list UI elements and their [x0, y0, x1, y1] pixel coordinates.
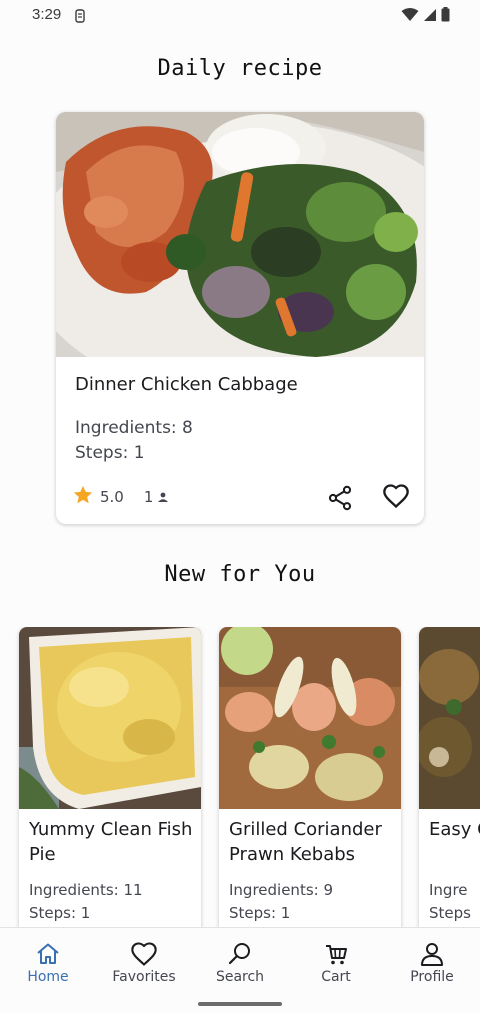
- home-indicator[interactable]: [198, 1002, 282, 1006]
- daily-recipe-steps: Steps: 1: [75, 443, 145, 463]
- rating-row: 5.0 1: [72, 484, 169, 510]
- star-icon: [72, 484, 94, 510]
- people-count: 1: [143, 488, 154, 506]
- nav-label-cart: Cart: [321, 969, 351, 985]
- recipe-name: Grilled Coriander Prawn Kebabs: [229, 819, 382, 865]
- battery-icon: [441, 7, 450, 26]
- heart-outline-icon: [383, 484, 409, 509]
- new-for-you-title: New for You: [164, 562, 316, 587]
- signal-icon: [423, 7, 437, 26]
- recipe-steps: Steps: 1: [229, 904, 291, 922]
- person-small-icon: [157, 488, 169, 507]
- status-bar: 3:29: [0, 0, 480, 32]
- bottom-navigation: Home Favorites Search Cart Profile: [0, 927, 480, 1013]
- rating-value: 5.0: [100, 488, 124, 506]
- recipe-name: Yummy Clean Fish Pie: [29, 819, 193, 865]
- daily-recipe-card[interactable]: Dinner Chicken Cabbage Ingredients: 8 St…: [56, 112, 424, 524]
- daily-recipe-title: Daily recipe: [157, 56, 323, 81]
- new-for-you-carousel[interactable]: Yummy Clean Fish Pie Ingredients: 11 Ste…: [0, 627, 480, 927]
- recipe-image: [19, 627, 201, 809]
- nav-item-search[interactable]: Search: [192, 928, 288, 998]
- share-button[interactable]: [326, 484, 354, 512]
- recipe-ingredients: Ingredients: 9: [229, 881, 334, 899]
- nav-item-cart[interactable]: Cart: [288, 928, 384, 998]
- status-time: 3:29: [32, 6, 62, 23]
- nav-label-favorites: Favorites: [112, 969, 176, 985]
- daily-recipe-ingredients: Ingredients: 8: [75, 418, 193, 438]
- nav-item-favorites[interactable]: Favorites: [96, 928, 192, 998]
- nav-item-home[interactable]: Home: [0, 928, 96, 998]
- recipe-card[interactable]: Yummy Clean Fish Pie Ingredients: 11 Ste…: [19, 627, 201, 927]
- recipe-ingredients: Ingredients: 11: [29, 881, 143, 899]
- recipe-ingredients: Ingre: [429, 881, 468, 899]
- nav-label-home: Home: [27, 969, 69, 985]
- daily-recipe-name: Dinner Chicken Cabbage: [75, 374, 298, 395]
- recipe-card[interactable]: Grilled Coriander Prawn Kebabs Ingredien…: [219, 627, 401, 927]
- recipe-image: [419, 627, 480, 809]
- recipe-image: [219, 627, 401, 809]
- favorite-button[interactable]: [382, 482, 410, 510]
- wifi-icon: [401, 7, 419, 26]
- daily-recipe-image: [56, 112, 424, 357]
- heart-icon: [131, 942, 157, 966]
- recipe-card[interactable]: Easy Chick Ingre Steps: [419, 627, 480, 927]
- share-icon: [328, 485, 352, 511]
- recipe-name: Easy Chick: [429, 819, 480, 840]
- home-icon: [37, 943, 59, 964]
- sim-icon: [75, 8, 85, 27]
- recipe-steps: Steps: 1: [29, 904, 91, 922]
- recipe-steps: Steps: [429, 904, 471, 922]
- person-icon: [421, 943, 443, 966]
- status-icons: [401, 7, 450, 26]
- cart-icon: [326, 945, 347, 965]
- nav-label-search: Search: [215, 969, 265, 985]
- search-icon: [228, 943, 250, 965]
- nav-label-profile: Profile: [410, 969, 454, 985]
- nav-item-profile[interactable]: Profile: [384, 928, 480, 998]
